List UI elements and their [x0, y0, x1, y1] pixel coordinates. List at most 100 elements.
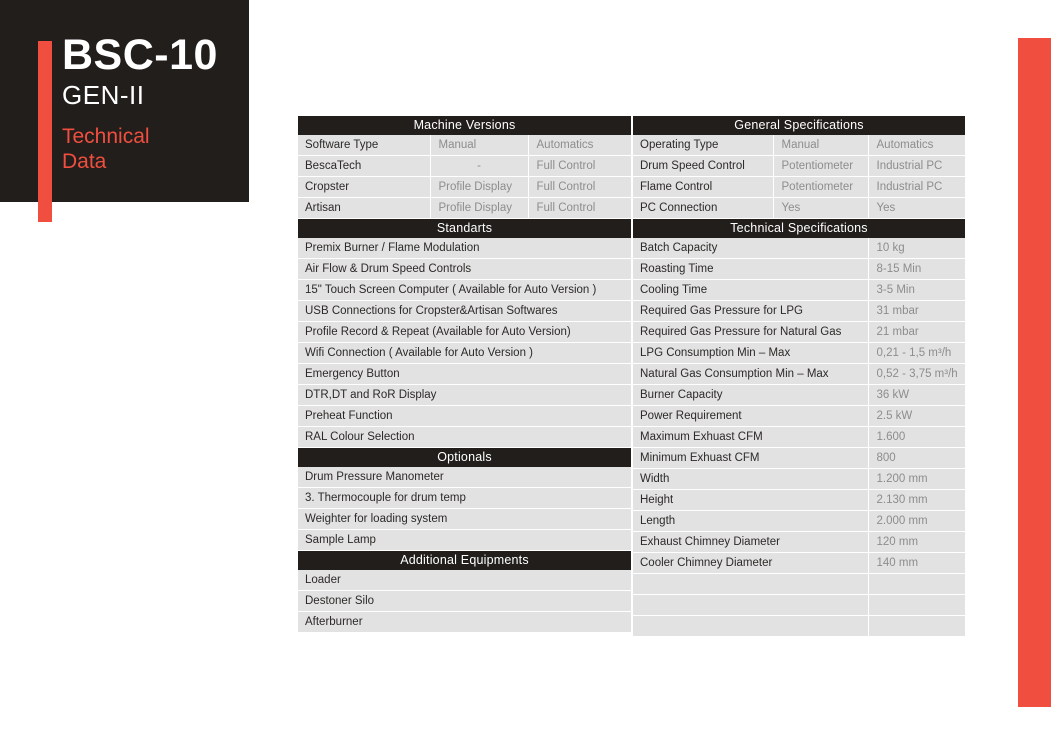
row-value-manual: Profile Display — [429, 197, 528, 219]
table-row: USB Connections for Cropster&Artisan Sof… — [298, 300, 632, 322]
section-header-label: Additional Equipments — [298, 550, 632, 570]
table-row: Destoner Silo — [298, 590, 632, 612]
table-row: Afterburner — [298, 611, 632, 633]
row-value — [867, 594, 965, 616]
table-row: Drum Pressure Manometer — [298, 467, 632, 488]
row-label: Preheat Function — [298, 405, 632, 427]
table-row — [633, 615, 965, 637]
table-row: Cooler Chimney Diameter 140 mm — [633, 552, 965, 574]
row-label: Air Flow & Drum Speed Controls — [298, 258, 632, 280]
row-value: 10 kg — [867, 238, 965, 259]
table-row: Cropster Profile Display Full Control — [298, 176, 632, 198]
title-accent-bar — [38, 41, 52, 222]
row-label — [633, 615, 868, 637]
row-label: Batch Capacity — [633, 238, 868, 259]
row-label: Cooler Chimney Diameter — [633, 552, 868, 574]
table-row: Preheat Function — [298, 405, 632, 427]
row-value: 800 — [867, 447, 965, 469]
row-label — [633, 573, 868, 595]
row-value: 1.200 mm — [867, 468, 965, 490]
edge-accent-bar — [1018, 38, 1051, 707]
row-label: Artisan — [298, 197, 430, 219]
table-row: BescaTech - Full Control — [298, 155, 632, 177]
table-row: Software Type Manual Automatics — [298, 135, 632, 156]
row-label: USB Connections for Cropster&Artisan Sof… — [298, 300, 632, 322]
left-spec-table: Machine Versions Software Type Manual Autom… — [298, 116, 632, 633]
table-row: PC Connection Yes Yes — [633, 197, 965, 219]
row-label: Minimum Exhuast CFM — [633, 447, 868, 469]
row-value: 2.000 mm — [867, 510, 965, 532]
table-row: Cooling Time 3-5 Min — [633, 279, 965, 301]
row-value-manual: - — [429, 155, 528, 177]
row-value — [867, 573, 965, 595]
row-label: 15" Touch Screen Computer ( Available fo… — [298, 279, 632, 301]
row-label: Destoner Silo — [298, 590, 632, 612]
model-name: BSC-10 — [62, 31, 218, 79]
row-label: Cooling Time — [633, 279, 868, 301]
row-label: Length — [633, 510, 868, 532]
table-row: Premix Burner / Flame Modulation — [298, 238, 632, 259]
section-header-label: Optionals — [298, 447, 632, 467]
table-row: Required Gas Pressure for Natural Gas 21 … — [633, 321, 965, 343]
table-row: Length 2.000 mm — [633, 510, 965, 532]
section-header-row: Optionals — [298, 447, 632, 467]
table-row: Emergency Button — [298, 363, 632, 385]
table-row: Natural Gas Consumption Min – Max 0,52 - … — [633, 363, 965, 385]
row-label: Drum Speed Control — [633, 155, 773, 177]
row-value: 36 kW — [867, 384, 965, 406]
row-value-manual: Manual — [429, 135, 528, 156]
row-label: 3. Thermocouple for drum temp — [298, 487, 632, 509]
row-value: 120 mm — [867, 531, 965, 553]
table-row: Sample Lamp — [298, 529, 632, 551]
row-label: Power Requirement — [633, 405, 868, 427]
row-label — [633, 594, 868, 616]
table-row: Batch Capacity 10 kg — [633, 238, 965, 259]
section-header-row: Standarts — [298, 218, 632, 238]
row-label: Profile Record & Repeat (Available for A… — [298, 321, 632, 343]
row-value-automatic: Yes — [867, 197, 965, 219]
generation-name: GEN-II — [62, 80, 145, 110]
row-label: BescaTech — [298, 155, 430, 177]
table-row: Weighter for loading system — [298, 508, 632, 530]
row-label: Maximum Exhuast CFM — [633, 426, 868, 448]
section-header-label: Machine Versions — [298, 116, 632, 135]
section-header-label: General Specifications — [633, 116, 965, 135]
row-value-automatic: Full Control — [527, 176, 632, 198]
row-label: Software Type — [298, 135, 430, 156]
row-label: Premix Burner / Flame Modulation — [298, 238, 632, 259]
row-label: RAL Colour Selection — [298, 426, 632, 448]
table-row: Air Flow & Drum Speed Controls — [298, 258, 632, 280]
row-label: Loader — [298, 570, 632, 591]
row-value-automatic: Automatics — [527, 135, 632, 156]
table-row: Maximum Exhuast CFM 1.600 — [633, 426, 965, 448]
row-value: 3-5 Min — [867, 279, 965, 301]
row-label: Emergency Button — [298, 363, 632, 385]
right-table-body: General Specifications Operating Type Manu… — [633, 116, 965, 637]
table-row: Operating Type Manual Automatics — [633, 135, 965, 156]
table-row: Required Gas Pressure for LPG 31 mbar — [633, 300, 965, 322]
right-spec-table: General Specifications Operating Type Manu… — [633, 116, 965, 637]
table-row: 15" Touch Screen Computer ( Available fo… — [298, 279, 632, 301]
row-label: Roasting Time — [633, 258, 868, 280]
row-label: Wifi Connection ( Available for Auto Ver… — [298, 342, 632, 364]
row-value-automatic: Full Control — [527, 155, 632, 177]
row-value-manual: Profile Display — [429, 176, 528, 198]
row-label: Height — [633, 489, 868, 511]
table-row: DTR,DT and RoR Display — [298, 384, 632, 406]
row-label: Cropster — [298, 176, 430, 198]
row-value: 31 mbar — [867, 300, 965, 322]
row-value-manual: Potentiometer — [772, 176, 868, 198]
table-row: Artisan Profile Display Full Control — [298, 197, 632, 219]
row-label: Width — [633, 468, 868, 490]
row-value-manual: Potentiometer — [772, 155, 868, 177]
row-value-automatic: Industrial PC — [867, 176, 965, 198]
row-value-automatic: Industrial PC — [867, 155, 965, 177]
section-header-row: Technical Specifications — [633, 218, 965, 238]
table-row: Burner Capacity 36 kW — [633, 384, 965, 406]
section-header-label: Standarts — [298, 218, 632, 238]
table-row: Drum Speed Control Potentiometer Industria… — [633, 155, 965, 177]
row-value-automatic: Full Control — [527, 197, 632, 219]
row-value — [867, 615, 965, 637]
left-table-body: Machine Versions Software Type Manual Autom… — [298, 116, 632, 633]
table-row: Height 2.130 mm — [633, 489, 965, 511]
